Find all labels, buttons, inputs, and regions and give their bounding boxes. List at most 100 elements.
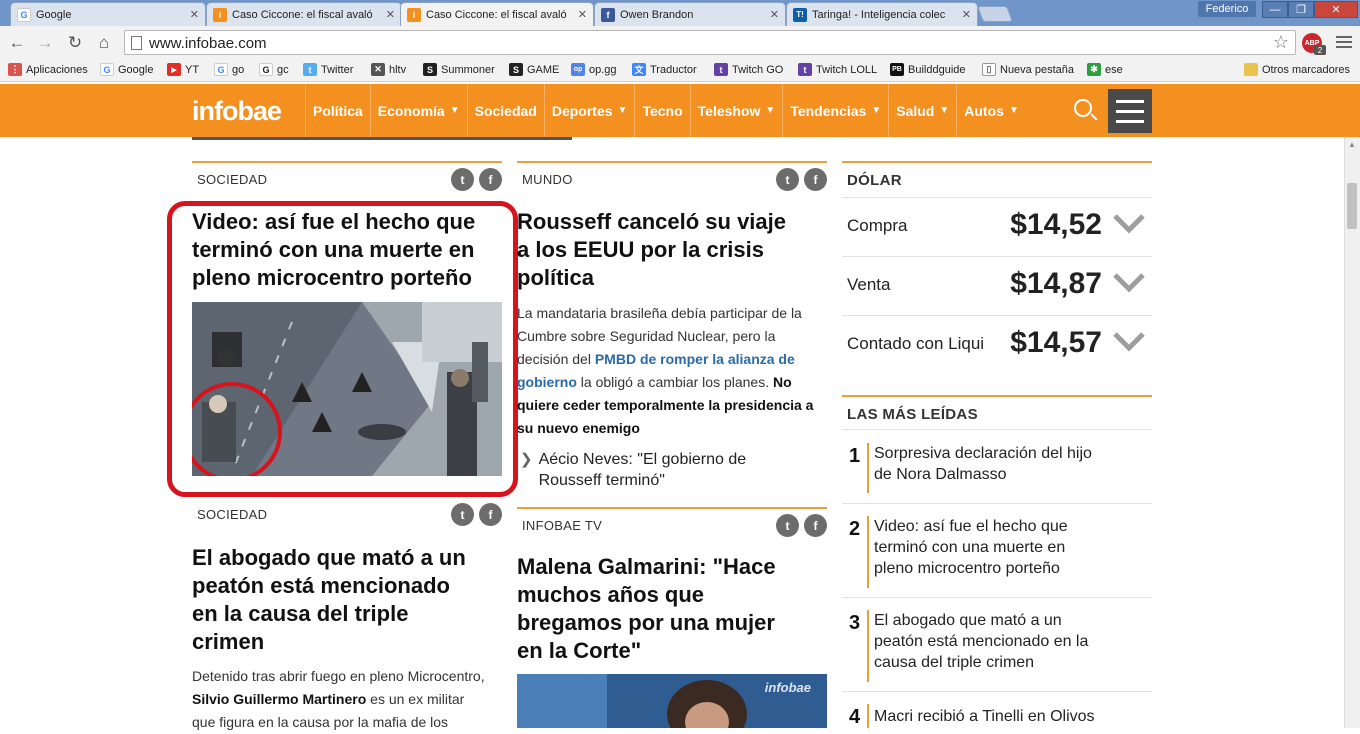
infobae-icon: i [407, 7, 421, 22]
scroll-up-arrow-icon[interactable]: ▲ [1348, 140, 1356, 149]
headline-galmarini[interactable]: Malena Galmarini: "Hace muchos años que … [517, 553, 837, 665]
hamburger-menu-icon[interactable] [1108, 89, 1152, 133]
most-read-item-4[interactable]: 4 Macri recibió a Tinelli en Olivos [842, 702, 1152, 728]
bookmark-twitch-go[interactable]: t Twitch GO [714, 63, 783, 76]
pmbd-link[interactable]: PMBD de romper la alianza de [595, 351, 795, 367]
section-label[interactable]: SOCIEDAD [197, 507, 267, 522]
bookmark-yt[interactable]: ▶ YT [167, 63, 199, 76]
other-bookmarks[interactable]: Otros marcadores [1244, 63, 1350, 76]
bookmark-summoner[interactable]: S Summoner [423, 63, 495, 76]
twitter-share-icon[interactable]: t [776, 168, 799, 191]
home-icon[interactable]: ⌂ [93, 32, 115, 54]
browser-tab-facebook[interactable]: f Owen Brandon ✕ [594, 2, 786, 26]
scrollbar-thumb[interactable] [1347, 183, 1357, 229]
headline-rousseff[interactable]: Rousseff canceló su viaje a los EEUU por… [517, 208, 837, 292]
bookmark-google[interactable]: G Google [100, 63, 153, 76]
twitter-bird-icon: t [303, 63, 317, 76]
close-tab-icon[interactable]: ✕ [578, 8, 587, 21]
section-label[interactable]: INFOBAE TV [522, 518, 602, 533]
opgg-icon: op [571, 63, 585, 76]
gobierno-link[interactable]: gobierno [517, 374, 577, 390]
close-tab-icon[interactable]: ✕ [386, 8, 395, 21]
forward-arrow-icon[interactable]: → [34, 32, 56, 54]
browser-tab-google[interactable]: G Google ✕ [10, 2, 206, 26]
dolar-row-compra[interactable]: Compra $14,52 [842, 198, 1152, 257]
story-card-sociedad-1: SOCIEDAD t f [192, 161, 502, 196]
nav-tecno[interactable]: Tecno [634, 84, 689, 137]
nav-teleshow[interactable]: Teleshow ▼ [689, 84, 783, 137]
window-close-button[interactable]: ✕ [1314, 1, 1358, 18]
most-read-item-2[interactable]: 2 Video: así fue el hecho que terminó co… [842, 514, 1152, 598]
reload-icon[interactable]: ↻ [64, 32, 86, 54]
nav-deportes[interactable]: Deportes ▼ [543, 84, 635, 137]
close-tab-icon[interactable]: ✕ [190, 8, 199, 21]
search-icon[interactable] [1074, 99, 1092, 117]
dolar-title: DÓLAR [847, 172, 902, 189]
section-label[interactable]: MUNDO [522, 172, 573, 187]
most-read-item-3[interactable]: 3 El abogado que mató a un peatón está m… [842, 608, 1152, 692]
infobae-tv-thumbnail[interactable]: infobae [517, 674, 827, 728]
profile-button[interactable]: Federico [1198, 1, 1256, 17]
apps-grid-icon: ⋮ [8, 63, 22, 76]
bookmark-nueva-pestana[interactable]: ▯ Nueva pestaña [982, 63, 1074, 76]
bookmark-traductor[interactable]: 文 Traductor [632, 63, 697, 76]
story-card-mundo: MUNDO t f [517, 161, 827, 196]
address-bar[interactable]: www.infobae.com ☆ [124, 30, 1296, 55]
facebook-share-icon[interactable]: f [804, 514, 827, 537]
twitter-share-icon[interactable]: t [776, 514, 799, 537]
bookmark-twitter[interactable]: t Twitter [303, 63, 353, 76]
dolar-row-venta[interactable]: Venta $14,87 [842, 257, 1152, 316]
section-bar: INFOBAE TV t f [517, 507, 827, 542]
twitter-share-icon[interactable]: t [451, 168, 474, 191]
bookmark-builddguide[interactable]: PB Builddguide [890, 63, 966, 76]
close-tab-icon[interactable]: ✕ [962, 8, 971, 21]
url-text: www.infobae.com [149, 35, 267, 52]
share-buttons: t f [451, 168, 502, 191]
caret-down-icon: ▼ [617, 105, 628, 116]
related-link-aecio[interactable]: ❯ Aécio Neves: "El gobierno de Rousseff … [520, 449, 830, 491]
section-bar: SOCIEDAD t f [192, 161, 502, 196]
nav-politica[interactable]: Política [305, 84, 370, 137]
browser-tab-infobae-active[interactable]: i Caso Ciccone: el fiscal avaló ✕ [400, 2, 594, 26]
bookmark-apps[interactable]: ⋮ Aplicaciones [8, 63, 88, 76]
facebook-share-icon[interactable]: f [479, 503, 502, 526]
infobae-logo[interactable]: infobae [192, 96, 282, 127]
facebook-share-icon[interactable]: f [479, 168, 502, 191]
facebook-share-icon[interactable]: f [804, 168, 827, 191]
caret-down-icon: ▼ [765, 105, 776, 116]
chrome-menu-icon[interactable] [1336, 33, 1352, 51]
back-arrow-icon[interactable]: ← [6, 32, 28, 54]
bookmark-star-icon[interactable]: ☆ [1273, 32, 1289, 53]
section-label[interactable]: SOCIEDAD [197, 172, 267, 187]
twitter-share-icon[interactable]: t [451, 503, 474, 526]
folder-icon [1244, 63, 1258, 76]
bookmark-go[interactable]: Ggo [214, 63, 244, 76]
bookmark-game[interactable]: S GAME [509, 63, 559, 76]
maximize-button[interactable]: ❐ [1288, 1, 1314, 18]
new-tab-button[interactable] [977, 6, 1013, 22]
bookmark-hltv[interactable]: ✕ hltv [371, 63, 406, 76]
story-summary-rousseff: La mandataria brasileña debía participar… [517, 305, 814, 436]
header-strip [192, 137, 572, 140]
browser-tab-infobae-1[interactable]: i Caso Ciccone: el fiscal avaló ✕ [206, 2, 402, 26]
minimize-button[interactable]: — [1262, 1, 1288, 18]
nav-salud[interactable]: Salud ▼ [888, 84, 956, 137]
browser-tab-taringa[interactable]: T! Taringa! - Inteligencia colec ✕ [786, 2, 978, 26]
site-header: infobae Política Economía ▼ Sociedad Depo… [0, 84, 1360, 137]
nav-economia[interactable]: Economía ▼ [369, 84, 467, 137]
nav-tendencias[interactable]: Tendencias ▼ [782, 84, 888, 137]
bookmark-ese[interactable]: ✱ ese [1087, 63, 1123, 76]
share-buttons: t f [451, 503, 502, 526]
bookmark-opgg[interactable]: op op.gg [571, 63, 617, 76]
close-tab-icon[interactable]: ✕ [770, 8, 779, 21]
bookmark-gc[interactable]: Ggc [259, 63, 289, 76]
tab-label: Owen Brandon [620, 8, 694, 21]
most-read-item-1[interactable]: 1 Sorpresiva declaración del hijo de Nor… [842, 441, 1152, 504]
dolar-row-contado-liqui[interactable]: Contado con Liqui $14,57 [842, 316, 1152, 375]
headline-abogado[interactable]: El abogado que mató a un peatón está men… [192, 544, 512, 656]
nav-sociedad[interactable]: Sociedad [466, 84, 544, 137]
nav-autos[interactable]: Autos ▼ [956, 84, 1026, 137]
bookmark-twitch-loll[interactable]: t Twitch LOLL [798, 63, 877, 76]
twitch-icon: t [798, 63, 812, 76]
caret-down-icon: ▼ [1008, 105, 1019, 116]
